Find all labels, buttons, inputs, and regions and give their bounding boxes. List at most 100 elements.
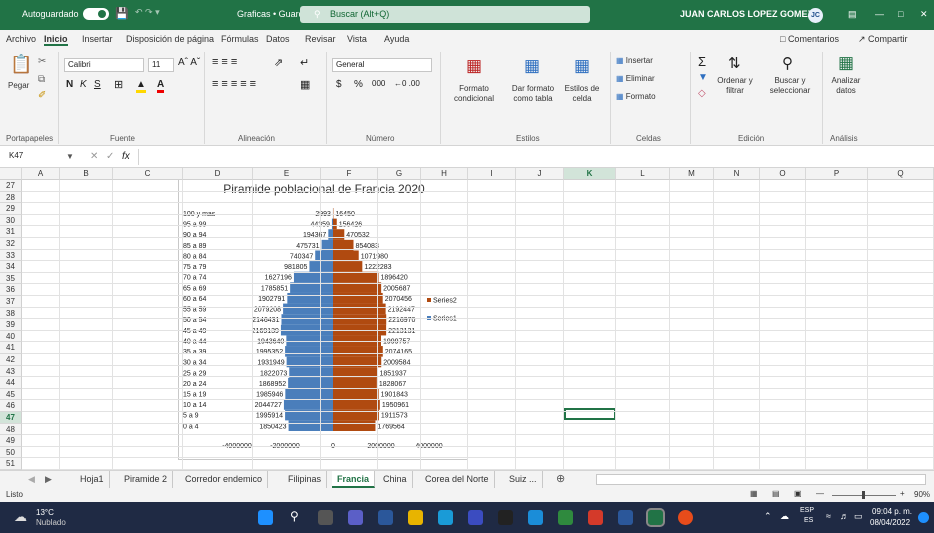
row-header[interactable]: 31 [0,226,22,238]
sheet-tab-piramide2[interactable]: Piramide 2 [119,471,174,488]
row-header[interactable]: 40 [0,330,22,343]
analyze-data-button[interactable]: Analizar datos [826,76,866,96]
name-box[interactable]: K47 [6,150,60,164]
cut-icon[interactable]: ✂ [38,56,46,67]
copy-icon[interactable]: ⧉ [38,74,45,85]
column-header[interactable]: F [321,168,378,180]
paste-button[interactable]: Pegar [8,81,29,90]
avatar[interactable]: JC [808,8,823,23]
tab-ayuda[interactable]: Ayuda [384,34,409,44]
add-sheet-icon[interactable]: ⊕ [556,472,565,485]
find-select-button[interactable]: Buscar y seleccionar [762,76,818,96]
namebox-dropdown-icon[interactable]: ▼ [66,152,74,161]
chart-area[interactable]: Piramide poblacional de Francia 2020 100… [178,172,468,460]
row-header[interactable]: 32 [0,238,22,250]
horizontal-scrollbar[interactable] [596,474,926,485]
column-header[interactable]: K [564,168,616,180]
user-name[interactable]: JUAN CARLOS LOPEZ GOMEZ [680,9,813,19]
column-header[interactable]: Q [868,168,934,180]
autosum-icon[interactable]: Σ [698,54,706,69]
close-icon[interactable]: ✕ [920,9,928,20]
column-header[interactable]: J [516,168,564,180]
conditional-format-icon[interactable]: ▦ [466,56,482,76]
app-icon[interactable] [558,510,573,525]
minimize-icon[interactable]: — [875,9,884,19]
tray-chevron-icon[interactable]: ⌃ [764,511,772,522]
currency-icon[interactable]: $ [336,79,342,90]
row-header[interactable]: 39 [0,319,22,331]
fill-icon[interactable]: ▼ [698,72,708,83]
column-header[interactable]: I [468,168,516,180]
column-header[interactable]: G [378,168,421,180]
conditional-format-button[interactable]: Formato condicional [446,84,502,104]
row-header[interactable]: 47 [0,412,22,424]
zoom-slider-thumb[interactable] [862,491,865,499]
row-header[interactable]: 30 [0,214,22,227]
app-icon[interactable] [528,510,543,525]
insert-cells-button[interactable]: ▦ Insertar [616,56,653,65]
font-name-box[interactable]: Calibri [64,58,144,72]
tab-inicio[interactable]: Inicio [44,34,68,46]
edge-icon[interactable] [438,510,453,525]
cell-styles-button[interactable]: Estilos de celda [562,84,602,104]
tray-icon[interactable]: ☁ [780,511,789,522]
row-header[interactable]: 36 [0,284,22,296]
share-button[interactable]: ↗ Compartir [858,34,908,45]
row-header[interactable]: 34 [0,261,22,273]
vertical-align-icons[interactable]: ≡≡≡ [212,56,240,68]
formula-input[interactable] [138,149,932,165]
column-header[interactable]: E [253,168,321,180]
page-break-icon[interactable]: ▣ [794,489,802,498]
weather-icon[interactable]: ☁ [14,509,27,525]
app-icon[interactable] [498,510,513,525]
word-icon[interactable] [618,510,633,525]
excel-icon[interactable] [646,508,665,527]
row-header[interactable]: 49 [0,435,22,447]
file-explorer-icon[interactable] [408,510,423,525]
delete-cells-button[interactable]: ▦ Eliminar [616,74,655,83]
start-icon[interactable] [258,510,273,525]
row-header[interactable]: 50 [0,446,22,459]
row-header[interactable]: 29 [0,203,22,215]
row-header[interactable]: 33 [0,249,22,262]
row-header[interactable]: 46 [0,400,22,412]
task-view-icon[interactable] [318,510,333,525]
borders-icon[interactable]: ⊞ [114,78,123,91]
orientation-icon[interactable]: ⇗ [274,56,283,69]
zoom-level[interactable]: 90% [914,490,930,499]
column-header[interactable]: L [616,168,670,180]
find-select-icon[interactable]: ⚲ [782,54,793,72]
undo-icon[interactable]: ↶ ↷ ▾ [135,7,160,18]
fill-color-icon[interactable]: ▲ [136,79,146,93]
app-icon[interactable] [588,510,603,525]
language-indicator[interactable]: ESP [800,507,814,514]
scroll-tabs-right-icon[interactable]: ▶ [45,474,52,485]
column-header[interactable]: H [421,168,468,180]
tab-vista[interactable]: Vista [347,34,367,44]
tab-archivo[interactable]: Archivo [6,34,36,44]
clear-icon[interactable]: ◇ [698,88,706,99]
column-header[interactable]: M [670,168,714,180]
row-header[interactable]: 27 [0,180,22,192]
format-cells-button[interactable]: ▦ Formato [616,92,656,101]
cell-styles-icon[interactable]: ▦ [574,56,590,76]
thousands-icon[interactable]: 000 [372,79,385,88]
sheet-tab-china[interactable]: China [378,471,413,488]
table-format-button[interactable]: Dar formato como tabla [508,84,558,104]
page-layout-icon[interactable]: ▤ [772,489,780,498]
row-header[interactable]: 51 [0,458,22,470]
sheet-tab-hoja1[interactable]: Hoja1 [75,471,110,488]
row-header[interactable]: 45 [0,388,22,401]
sort-filter-icon[interactable]: ⇅ [728,54,741,72]
row-header[interactable]: 41 [0,342,22,354]
row-header[interactable]: 42 [0,354,22,366]
tab-formulas[interactable]: Fórmulas [221,34,259,44]
search-taskbar-icon[interactable]: ⚲ [290,509,299,523]
italic-icon[interactable]: K [80,79,87,90]
tab-disposicion[interactable]: Disposición de página [126,34,214,44]
font-grow-icon[interactable]: Aˆ Aˇ [178,57,200,68]
worksheet-grid[interactable]: Piramide poblacional de Francia 2020 100… [0,168,934,470]
sheet-tab-francia[interactable]: Francia [332,471,376,488]
decimal-icons[interactable]: ←0 .00 [394,79,420,88]
percent-icon[interactable]: % [354,79,363,90]
